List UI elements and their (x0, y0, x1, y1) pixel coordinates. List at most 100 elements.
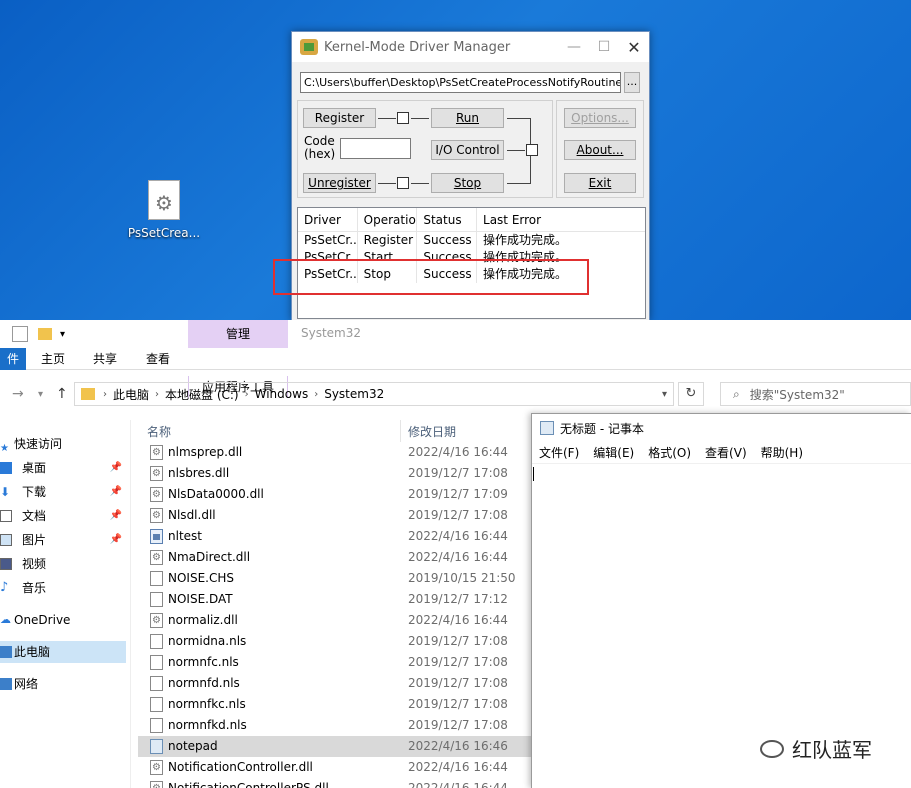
code-hex-input[interactable] (340, 138, 411, 159)
table-row[interactable]: NotificationController.dll 2022/4/16 16:4… (138, 757, 531, 778)
table-row[interactable]: NOISE.CHS 2019/10/15 21:50 (138, 568, 531, 589)
file-date: 2022/4/16 16:44 (408, 550, 508, 564)
col-last-error[interactable]: Last Error (477, 208, 645, 231)
menu-edit[interactable]: 编辑(E) (593, 444, 634, 461)
table-row[interactable]: normidna.nls 2019/12/7 17:08 (138, 631, 531, 652)
pin-icon[interactable]: 📌 (110, 505, 122, 527)
chevron-down-icon[interactable]: ▾ (662, 389, 667, 400)
pane-divider[interactable] (130, 420, 131, 788)
register-run-checkbox[interactable] (397, 112, 409, 124)
table-row[interactable]: nltest 2022/4/16 16:44 (138, 526, 531, 547)
table-row[interactable]: NotificationControllerPS.dll 2022/4/16 16… (138, 778, 531, 788)
tab-share[interactable]: 共享 (92, 348, 118, 370)
tab-file[interactable]: 件 (0, 348, 26, 370)
sidebar-item-pictures[interactable]: 图片 📌 (0, 529, 126, 551)
table-row[interactable]: normnfkc.nls 2019/12/7 17:08 (138, 694, 531, 715)
col-driver[interactable]: Driver (298, 208, 358, 231)
sidebar-item-downloads[interactable]: ⬇ 下载 📌 (0, 481, 126, 503)
col-name[interactable]: 名称 (147, 423, 171, 440)
exit-button[interactable]: Exit (564, 173, 636, 193)
sidebar-item-this-pc[interactable]: 此电脑 (0, 641, 126, 663)
register-button[interactable]: Register (303, 108, 376, 128)
pin-icon[interactable]: 📌 (110, 481, 122, 503)
sort-caret-icon: ^ (266, 420, 274, 425)
column-divider[interactable] (400, 420, 401, 442)
col-operation[interactable]: Operation (358, 208, 418, 231)
about-button[interactable]: About... (564, 140, 636, 160)
dll-file-icon (150, 442, 163, 463)
sidebar-item-desktop[interactable]: 桌面 📌 (0, 457, 126, 479)
table-row[interactable]: nlsbres.dll 2019/12/7 17:08 (138, 463, 531, 484)
table-row[interactable]: normnfc.nls 2019/12/7 17:08 (138, 652, 531, 673)
table-row[interactable]: normnfd.nls 2019/12/7 17:08 (138, 673, 531, 694)
sidebar-item-onedrive[interactable]: ☁ OneDrive (0, 609, 126, 631)
file-icon (150, 655, 163, 670)
table-row[interactable]: nlmsprep.dll 2022/4/16 16:44 (138, 442, 531, 463)
notepad-title: 无标题 - 记事本 (560, 421, 644, 436)
file-list[interactable]: ^ 名称 修改日期 nlmsprep.dll 2022/4/16 16:44 nls… (138, 420, 531, 788)
file-date: 2019/12/7 17:08 (408, 697, 508, 711)
file-date: 2022/4/16 16:44 (408, 781, 508, 788)
col-date[interactable]: 修改日期 (408, 423, 456, 440)
sidebar-item-documents[interactable]: 文档 📌 (0, 505, 126, 527)
breadcrumb-this-pc[interactable]: 此电脑 (107, 386, 155, 403)
stop-button[interactable]: Stop (431, 173, 504, 193)
sidebar-item-music[interactable]: ♪ 音乐 (0, 577, 126, 599)
sidebar-label: 下载 (22, 485, 47, 499)
file-date: 2019/12/7 17:08 (408, 508, 508, 522)
file-name: NotificationController.dll (168, 760, 313, 774)
pin-icon[interactable]: 📌 (110, 529, 122, 551)
col-status[interactable]: Status (417, 208, 478, 231)
table-row[interactable]: normaliz.dll 2022/4/16 16:44 (138, 610, 531, 631)
address-bar[interactable]: › 此电脑 › 本地磁盘 (C:) › Windows › System32 ▾ (74, 382, 674, 406)
unregister-stop-checkbox[interactable] (397, 177, 409, 189)
file-date: 2022/4/16 16:44 (408, 529, 508, 543)
breadcrumb-system32[interactable]: System32 (318, 387, 390, 401)
forward-arrow-icon[interactable]: → (12, 386, 24, 402)
navigation-pane: ★ 快速访问 桌面 📌 ⬇ 下载 📌 文档 📌 图片 📌 视频 ♪ 音乐 ☁ OneDrive … (0, 420, 128, 788)
qat-dropdown-icon[interactable]: ▾ (60, 329, 65, 340)
properties-icon[interactable] (12, 326, 28, 342)
close-button[interactable]: ✕ (619, 38, 649, 57)
new-folder-icon[interactable] (38, 328, 52, 340)
menu-view[interactable]: 查看(V) (705, 444, 747, 461)
table-row[interactable]: notepad 2022/4/16 16:46 (138, 736, 531, 757)
recent-dropdown-icon[interactable]: ▾ (38, 389, 43, 400)
io-control-button[interactable]: I/O Control (431, 140, 504, 160)
tab-manage[interactable]: 管理 (188, 320, 288, 348)
pin-icon[interactable]: 📌 (110, 457, 122, 479)
sidebar-item-network[interactable]: 网络 (0, 673, 126, 695)
file-date: 2019/12/7 17:08 (408, 676, 508, 690)
cell-error: 操作成功完成。 (483, 233, 568, 247)
menu-format[interactable]: 格式(O) (648, 444, 691, 461)
table-row[interactable]: NlsData0000.dll 2019/12/7 17:09 (138, 484, 531, 505)
refresh-button[interactable]: ↻ (678, 382, 704, 406)
list-row[interactable]: PsSetCr... Register Success 操作成功完成。 (298, 232, 645, 249)
minimize-button[interactable]: — (559, 39, 589, 55)
run-button[interactable]: Run (431, 108, 504, 128)
driver-path-input[interactable]: C:\Users\buffer\Desktop\PsSetCreateProce… (300, 72, 621, 93)
maximize-button[interactable]: ☐ (589, 39, 619, 55)
table-row[interactable]: Nlsdl.dll 2019/12/7 17:08 (138, 505, 531, 526)
table-row[interactable]: NOISE.DAT 2019/12/7 17:12 (138, 589, 531, 610)
kdm-app-icon (300, 39, 318, 55)
tab-view[interactable]: 查看 (145, 348, 171, 370)
up-arrow-icon[interactable]: ↑ (56, 386, 68, 402)
unregister-button[interactable]: Unregister (303, 173, 376, 193)
dll-file-icon (150, 484, 163, 505)
menu-file[interactable]: 文件(F) (539, 444, 579, 461)
sidebar-item-quick-access[interactable]: ★ 快速访问 (0, 433, 126, 455)
table-row[interactable]: normnfkd.nls 2019/12/7 17:08 (138, 715, 531, 736)
breadcrumb-c-drive[interactable]: 本地磁盘 (C:) (159, 386, 245, 403)
browse-button[interactable]: ... (624, 72, 640, 93)
tab-home[interactable]: 主页 (40, 348, 66, 370)
options-button[interactable]: Options... (564, 108, 636, 128)
sidebar-item-videos[interactable]: 视频 (0, 553, 126, 575)
menu-help[interactable]: 帮助(H) (761, 444, 803, 461)
search-input[interactable]: ⌕ 搜索"System32" (720, 382, 911, 406)
breadcrumb-windows[interactable]: Windows (249, 387, 315, 401)
desktop-file-icon[interactable]: ⚙ PsSetCrea... (126, 180, 202, 240)
table-row[interactable]: NmaDirect.dll 2022/4/16 16:44 (138, 547, 531, 568)
io-checkbox[interactable] (526, 144, 538, 156)
file-name: NOISE.DAT (168, 592, 233, 606)
